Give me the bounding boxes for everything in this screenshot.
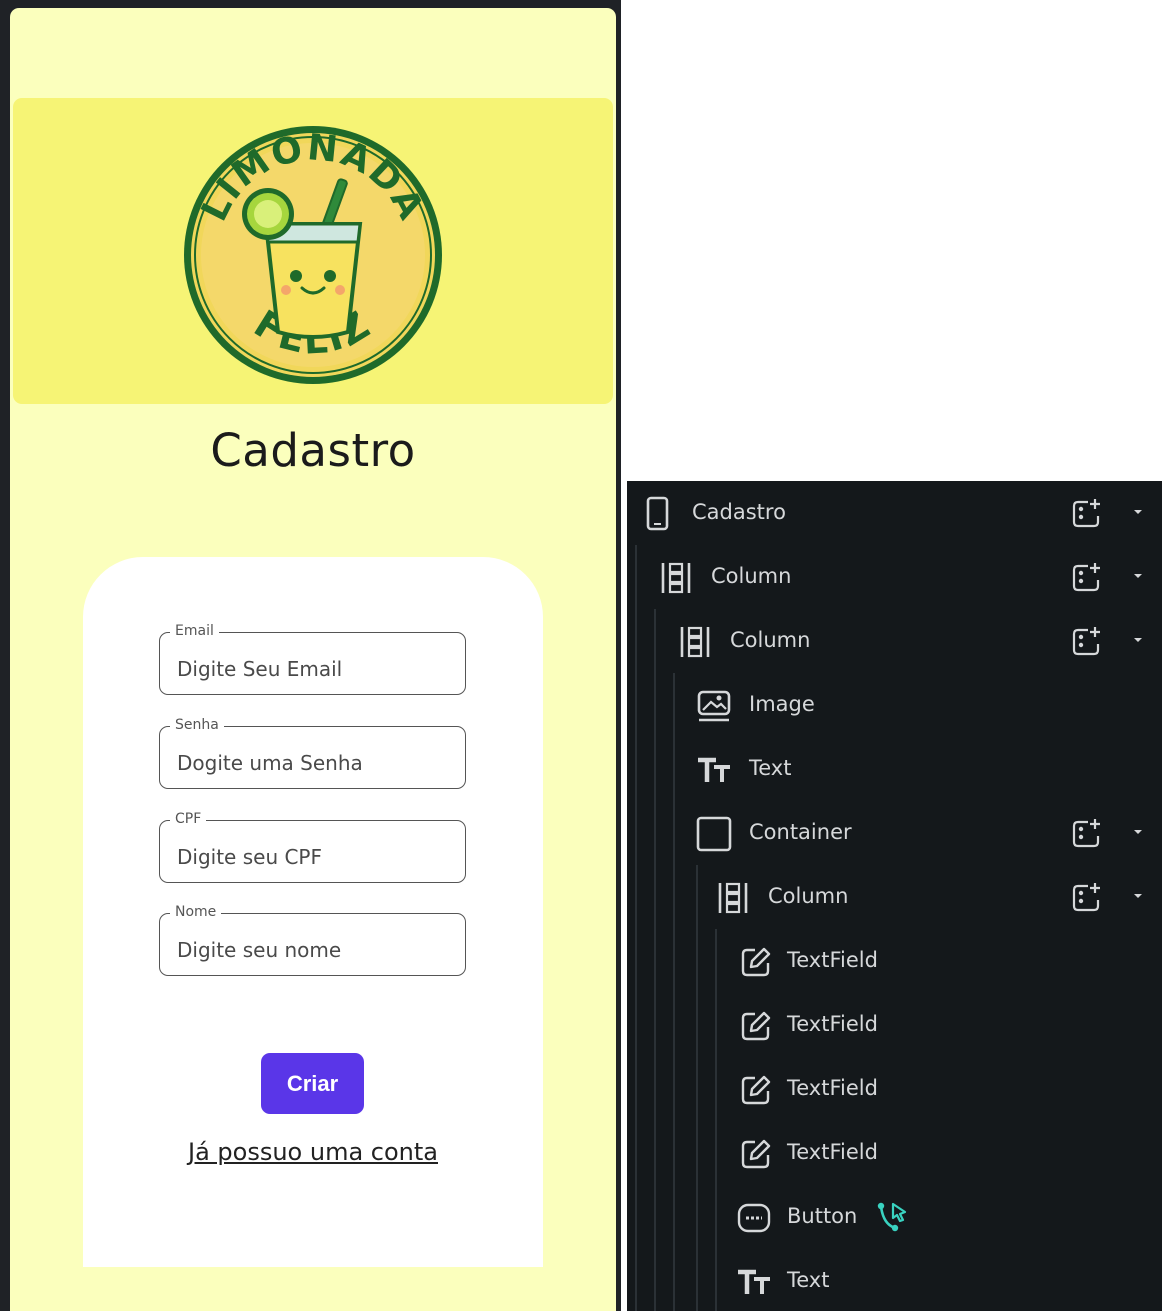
name-input[interactable]: [160, 914, 465, 975]
tree-node-column[interactable]: Column: [627, 865, 1162, 929]
login-link[interactable]: Já possuo uma conta: [83, 1138, 543, 1166]
tree-node-textfield[interactable]: TextField: [627, 1121, 1162, 1185]
tree-node-text[interactable]: Text: [627, 737, 1162, 801]
column-icon: [718, 882, 748, 914]
form-container: Email Senha CPF Nome Criar Já possuo uma…: [83, 557, 543, 1267]
create-account-button[interactable]: Criar: [261, 1053, 364, 1114]
tree-node-textfield[interactable]: TextField: [627, 993, 1162, 1057]
tree-node-label: Column: [711, 564, 792, 588]
column-icon: [680, 626, 710, 658]
page-title: Cadastro: [210, 424, 416, 477]
tree-node-textfield[interactable]: TextField: [627, 1057, 1162, 1121]
tree-node-image[interactable]: Image: [627, 673, 1162, 737]
tree-node-text[interactable]: Text: [627, 1249, 1162, 1311]
edit-icon: [741, 1075, 771, 1105]
email-field[interactable]: Email: [159, 623, 466, 695]
cpf-field[interactable]: CPF: [159, 811, 466, 883]
tree-node-container[interactable]: Container: [627, 801, 1162, 865]
cpf-input[interactable]: [160, 821, 465, 882]
edit-icon: [741, 1139, 771, 1169]
password-field[interactable]: Senha: [159, 717, 466, 789]
tree-node-label: TextField: [787, 1140, 878, 1164]
tree-node-label: TextField: [787, 1012, 878, 1036]
column-icon: [661, 562, 691, 594]
tree-node-label: Button: [787, 1204, 858, 1228]
logo-banner: LIMONADA FELIZ: [13, 98, 613, 404]
phone-icon: [646, 496, 669, 531]
tree-node-textfield[interactable]: TextField: [627, 929, 1162, 993]
tree-node-label: Column: [768, 884, 849, 908]
tree-node-column[interactable]: Column: [627, 545, 1162, 609]
button-icon: [737, 1203, 771, 1233]
text-icon: [698, 757, 730, 782]
password-input[interactable]: [160, 727, 465, 788]
tree-node-column[interactable]: Column: [627, 609, 1162, 673]
tree-node-label: TextField: [787, 1076, 878, 1100]
tree-node-label: TextField: [787, 948, 878, 972]
caret-down-icon[interactable]: [1131, 633, 1145, 647]
tree-node-cadastro[interactable]: Cadastro: [627, 481, 1162, 545]
add-widget-icon[interactable]: [1068, 560, 1104, 596]
caret-down-icon[interactable]: [1131, 889, 1145, 903]
tree-node-button[interactable]: Button: [627, 1185, 1162, 1249]
add-widget-icon[interactable]: [1068, 880, 1104, 916]
add-widget-icon[interactable]: [1068, 496, 1104, 532]
tree-node-label: Text: [787, 1268, 830, 1292]
widget-tree-panel: Cadastro Column Column Image Text Contai…: [627, 481, 1162, 1311]
add-widget-icon[interactable]: [1068, 816, 1104, 852]
tree-node-label: Text: [749, 756, 792, 780]
tree-node-label: Image: [749, 692, 815, 716]
image-icon: [697, 690, 731, 722]
phone-screen: LIMONADA FELIZ: [10, 8, 616, 1311]
name-field[interactable]: Nome: [159, 904, 466, 976]
container-icon: [696, 816, 732, 852]
limonada-feliz-logo: LIMONADA FELIZ: [184, 126, 442, 384]
caret-down-icon[interactable]: [1131, 505, 1145, 519]
caret-down-icon[interactable]: [1131, 825, 1145, 839]
tree-node-label: Cadastro: [692, 500, 786, 524]
caret-down-icon[interactable]: [1131, 569, 1145, 583]
add-widget-icon[interactable]: [1068, 624, 1104, 660]
phone-preview-frame: LIMONADA FELIZ: [0, 0, 621, 1311]
action-flow-icon[interactable]: [873, 1198, 911, 1236]
edit-icon: [741, 1011, 771, 1041]
edit-icon: [741, 947, 771, 977]
email-input[interactable]: [160, 633, 465, 694]
text-icon: [738, 1269, 770, 1294]
tree-node-label: Column: [730, 628, 811, 652]
tree-node-label: Container: [749, 820, 852, 844]
